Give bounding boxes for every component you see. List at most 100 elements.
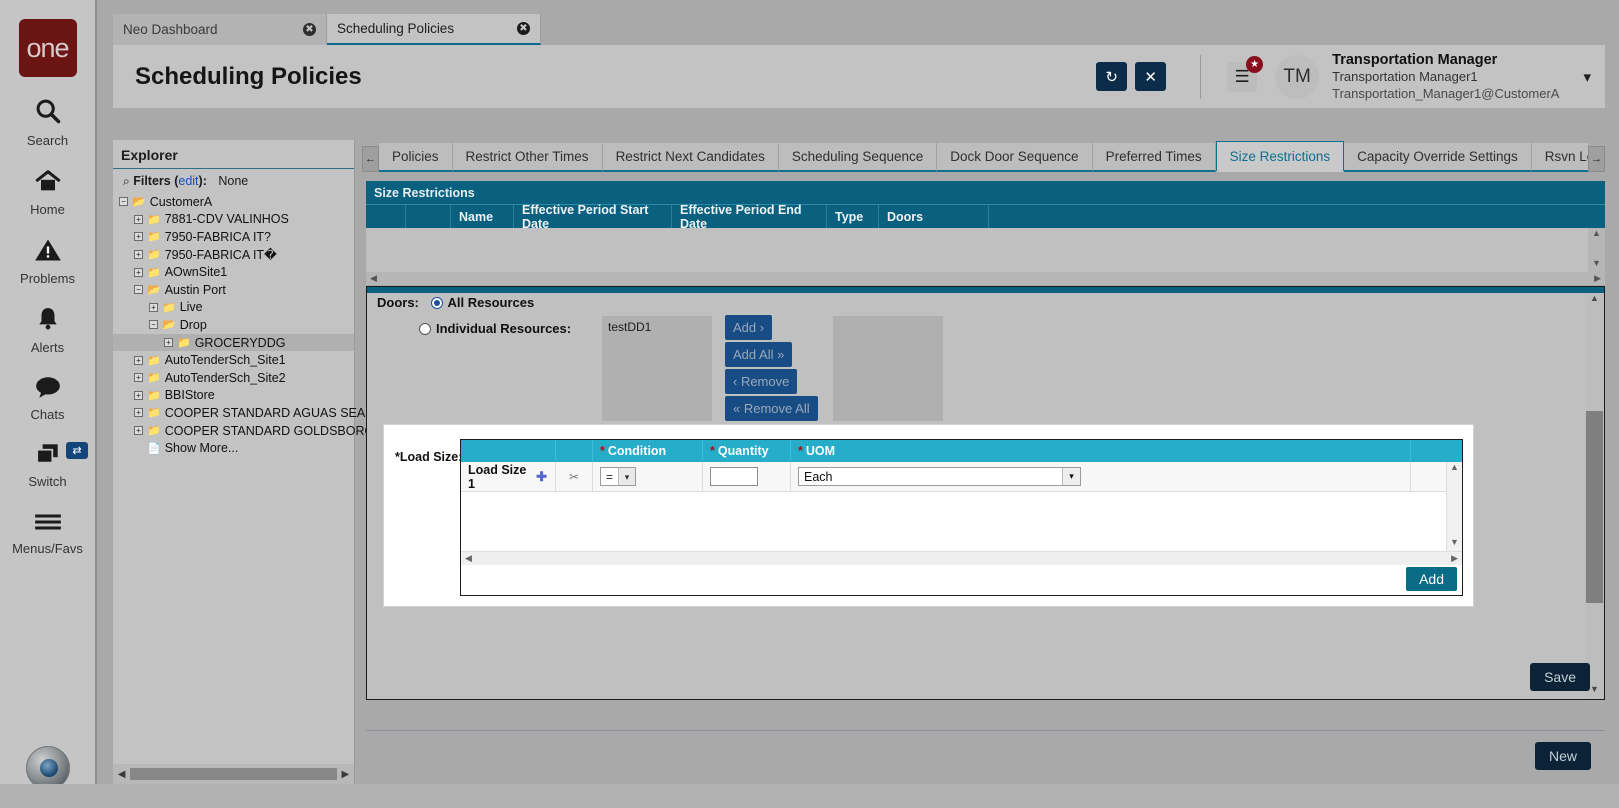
tree-node[interactable]: +📁7950-FABRICA IT� bbox=[113, 246, 354, 264]
browser-tab-scheduling-policies[interactable]: Scheduling Policies ✖ bbox=[327, 14, 541, 45]
tree-node[interactable]: +📁COOPER STANDARD AGUAS SEALING (3 bbox=[113, 404, 354, 422]
collapse-icon[interactable]: − bbox=[149, 320, 158, 329]
tab-preferred-times[interactable]: Preferred Times bbox=[1093, 143, 1216, 172]
detail-vscrollbar[interactable]: ▲ ▼ bbox=[1585, 293, 1604, 699]
tab-policies[interactable]: Policies bbox=[379, 143, 453, 172]
scroll-up-icon[interactable]: ▲ bbox=[1588, 228, 1605, 242]
scroll-up-icon[interactable]: ▲ bbox=[1447, 462, 1462, 476]
expand-icon[interactable]: + bbox=[134, 373, 143, 382]
uom-cell[interactable]: Each ▾ bbox=[791, 462, 1411, 491]
tree-node[interactable]: 📄Show More... bbox=[113, 439, 354, 457]
load-size-column-header[interactable]: *Condition bbox=[593, 440, 703, 462]
expand-icon[interactable]: + bbox=[134, 268, 143, 277]
scroll-left-icon[interactable]: ◀ bbox=[366, 273, 381, 284]
load-size-column-header[interactable] bbox=[461, 440, 556, 462]
rail-item-home[interactable]: Home bbox=[0, 168, 96, 217]
tab-scroll-right-button[interactable]: → bbox=[1588, 146, 1605, 172]
load-size-vscrollbar[interactable]: ▲ ▼ bbox=[1446, 462, 1462, 551]
rail-item-menus-favs[interactable]: Menus/Favs bbox=[0, 509, 96, 556]
scroll-thumb[interactable] bbox=[130, 768, 336, 780]
tree-node[interactable]: +📁Live bbox=[113, 299, 354, 317]
selected-resources-list[interactable] bbox=[833, 316, 943, 421]
rail-item-chats[interactable]: Chats bbox=[0, 375, 96, 422]
close-button[interactable]: ✕ bbox=[1135, 62, 1166, 91]
add-load-size-button[interactable]: Add bbox=[1406, 567, 1457, 591]
tab-restrict-other-times[interactable]: Restrict Other Times bbox=[453, 143, 603, 172]
app-logo[interactable]: one bbox=[19, 19, 77, 77]
cut-row-cell[interactable]: ✂ bbox=[556, 462, 593, 491]
scroll-left-icon[interactable]: ◀ bbox=[113, 769, 130, 780]
tab-scroll-left-button[interactable]: ← bbox=[362, 146, 379, 172]
tree-node[interactable]: −📂CustomerA bbox=[113, 193, 354, 211]
add-all-button[interactable]: Add All » bbox=[725, 342, 792, 367]
add-row-icon[interactable]: ✚ bbox=[536, 469, 547, 485]
tab-scheduling-sequence[interactable]: Scheduling Sequence bbox=[779, 143, 937, 172]
collapse-icon[interactable]: − bbox=[119, 197, 128, 206]
tab-dock-door-sequence[interactable]: Dock Door Sequence bbox=[937, 143, 1092, 172]
quantity-cell[interactable] bbox=[703, 462, 791, 491]
rail-item-problems[interactable]: Problems bbox=[0, 237, 96, 286]
refresh-button[interactable]: ↻ bbox=[1096, 62, 1127, 91]
tree-node[interactable]: +📁BBIStore bbox=[113, 387, 354, 405]
quantity-input[interactable] bbox=[710, 467, 758, 486]
close-icon[interactable]: ✖ bbox=[517, 22, 530, 35]
scroll-left-icon[interactable]: ◀ bbox=[461, 553, 476, 564]
browser-tab-neo-dashboard[interactable]: Neo Dashboard ✖ bbox=[113, 14, 327, 45]
grid-body[interactable] bbox=[366, 228, 1588, 272]
rail-item-search[interactable]: Search bbox=[0, 97, 96, 148]
grid-hscrollbar[interactable]: ◀ ▶ bbox=[366, 272, 1605, 285]
scroll-right-icon[interactable]: ▶ bbox=[1590, 273, 1605, 284]
rail-item-alerts[interactable]: Alerts bbox=[0, 306, 96, 355]
load-size-column-header[interactable]: *UOM bbox=[791, 440, 1411, 462]
menu-button[interactable]: ☰ ★ bbox=[1227, 62, 1257, 92]
expand-icon[interactable]: + bbox=[134, 232, 143, 241]
grid-column-header[interactable]: Effective Period Start Date bbox=[514, 205, 672, 228]
tree-node[interactable]: +📁GROCERYDDG bbox=[113, 334, 354, 352]
remove-button[interactable]: ‹ Remove bbox=[725, 369, 797, 394]
explorer-hscrollbar[interactable]: ◀ ▶ bbox=[113, 764, 354, 784]
chevron-down-icon[interactable]: ▾ bbox=[1062, 468, 1080, 485]
condition-cell[interactable]: = ▾ bbox=[593, 462, 703, 491]
load-size-column-header[interactable] bbox=[556, 440, 593, 462]
tab-rsvn-lead[interactable]: Rsvn Lead bbox=[1532, 143, 1588, 172]
remove-all-button[interactable]: « Remove All bbox=[725, 396, 818, 421]
grid-column-header[interactable]: Name bbox=[451, 205, 514, 228]
filters-edit-link[interactable]: edit bbox=[178, 174, 198, 188]
add-button[interactable]: Add › bbox=[725, 315, 772, 340]
radio-button-icon[interactable] bbox=[431, 297, 443, 309]
list-item[interactable]: testDD1 bbox=[602, 316, 712, 334]
tree-node[interactable]: −📂Drop bbox=[113, 316, 354, 334]
expand-icon[interactable]: + bbox=[164, 338, 173, 347]
grid-column-header[interactable]: Type bbox=[827, 205, 879, 228]
tree-node[interactable]: −📂Austin Port bbox=[113, 281, 354, 299]
uom-select[interactable]: Each ▾ bbox=[798, 467, 1081, 486]
save-button[interactable]: Save bbox=[1530, 663, 1590, 691]
grid-column-header[interactable]: Effective Period End Date bbox=[672, 205, 827, 228]
expand-icon[interactable]: + bbox=[149, 303, 158, 312]
grid-column-header[interactable]: Doors bbox=[879, 205, 989, 228]
load-size-column-header[interactable]: *Quantity bbox=[703, 440, 791, 462]
tab-capacity-override-settings[interactable]: Capacity Override Settings bbox=[1344, 143, 1532, 172]
tab-restrict-next-candidates[interactable]: Restrict Next Candidates bbox=[603, 143, 779, 172]
scroll-thumb[interactable] bbox=[1586, 411, 1603, 603]
tree-node[interactable]: +📁7950-FABRICA IT? bbox=[113, 228, 354, 246]
tree-node[interactable]: +📁AOwnSite1 bbox=[113, 263, 354, 281]
table-row[interactable]: Load Size 1 ✚ ✂ = ▾ bbox=[461, 462, 1462, 492]
radio-button-icon[interactable] bbox=[419, 323, 431, 335]
chevron-down-icon[interactable]: ▾ bbox=[618, 468, 635, 485]
radio-all-resources[interactable]: All Resources bbox=[431, 295, 535, 310]
scroll-down-icon[interactable]: ▼ bbox=[1588, 258, 1605, 272]
radio-individual-resources[interactable]: Individual Resources: bbox=[419, 321, 571, 336]
expand-icon[interactable]: + bbox=[134, 250, 143, 259]
avatar[interactable]: TM bbox=[1275, 55, 1319, 99]
available-resources-list[interactable]: testDD1 bbox=[602, 316, 712, 421]
expand-icon[interactable]: + bbox=[134, 391, 143, 400]
tab-size-restrictions[interactable]: Size Restrictions bbox=[1216, 141, 1345, 172]
close-icon[interactable]: ✖ bbox=[303, 23, 316, 36]
grid-vscrollbar[interactable]: ▲ ▼ bbox=[1588, 228, 1605, 272]
tree-node[interactable]: +📁AutoTenderSch_Site2 bbox=[113, 369, 354, 387]
tree-node[interactable]: +📁7881-CDV VALINHOS bbox=[113, 211, 354, 229]
expand-icon[interactable]: + bbox=[134, 356, 143, 365]
grid-column-header[interactable] bbox=[406, 205, 451, 228]
expand-icon[interactable]: + bbox=[134, 426, 143, 435]
